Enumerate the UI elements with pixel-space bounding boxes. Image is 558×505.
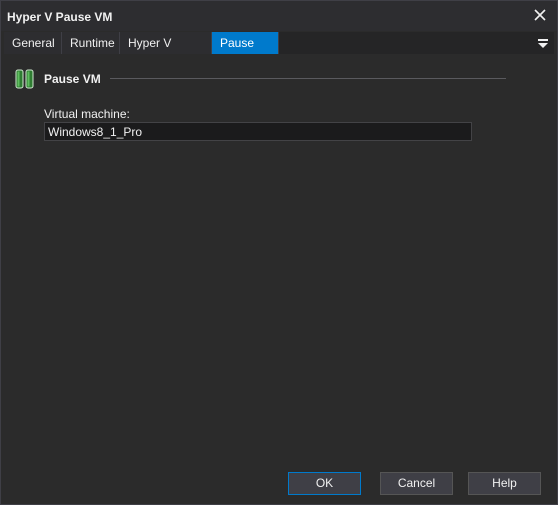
- tab-hyper-v-server[interactable]: Hyper V Server: [120, 32, 212, 72]
- group-divider: [110, 78, 506, 79]
- tab-strip: General Runtime Hyper V Server Pause VM: [4, 32, 554, 72]
- dialog-window: Hyper V Pause VM General Runtime Hyper V…: [0, 0, 558, 505]
- ok-button[interactable]: OK: [288, 472, 361, 495]
- help-button[interactable]: Help: [468, 472, 541, 495]
- pause-vm-icon: [15, 69, 35, 92]
- tab-menu-icon[interactable]: [536, 35, 550, 51]
- virtual-machine-input[interactable]: [44, 122, 472, 141]
- tab-pause-vm[interactable]: Pause VM: [212, 32, 279, 72]
- group-title: Pause VM: [44, 72, 101, 86]
- tab-label: General: [12, 36, 55, 50]
- cancel-button[interactable]: Cancel: [380, 472, 453, 495]
- virtual-machine-label: Virtual machine:: [44, 107, 130, 121]
- tab-general[interactable]: General: [4, 32, 62, 54]
- tab-label: Runtime: [70, 36, 115, 50]
- title-bar[interactable]: Hyper V Pause VM: [1, 1, 557, 31]
- window-title: Hyper V Pause VM: [7, 10, 113, 24]
- tab-runtime[interactable]: Runtime: [62, 32, 120, 54]
- close-icon[interactable]: [531, 6, 549, 24]
- tab-content-pause-vm: Pause VM Virtual machine:: [4, 54, 554, 454]
